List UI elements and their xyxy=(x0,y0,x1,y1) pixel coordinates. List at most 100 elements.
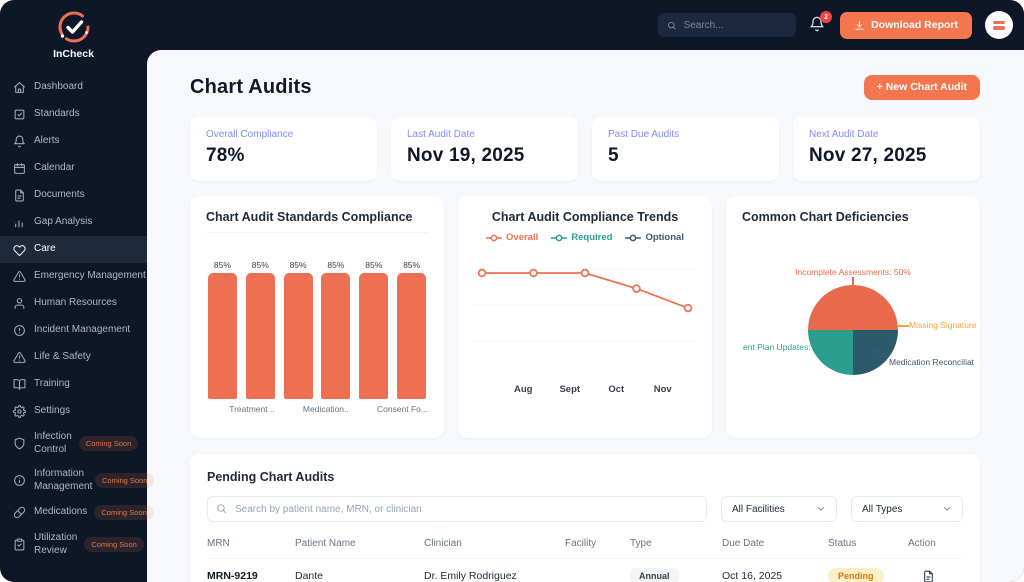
legend-marker-icon xyxy=(486,234,502,242)
download-icon xyxy=(854,20,865,31)
brand-name: InCheck xyxy=(53,48,94,60)
charts-row: Chart Audit Standards Compliance 85% 85% 8… xyxy=(190,196,980,438)
sidebar-item-standards[interactable]: Standards xyxy=(0,101,147,128)
pill-icon xyxy=(13,506,27,520)
bell-icon xyxy=(13,135,27,149)
stat-card-next-audit-date: Next Audit DateNov 27, 2025 xyxy=(793,117,980,181)
stats-row: Overall Compliance78%Last Audit DateNov … xyxy=(190,117,980,181)
notifications-button[interactable]: 2 xyxy=(809,16,827,34)
book-icon xyxy=(13,378,27,392)
sidebar-item-human-resources[interactable]: Human Resources xyxy=(0,290,147,317)
facility-filter-dropdown[interactable]: All Facilities xyxy=(721,496,837,522)
sidebar-item-label: Information Management xyxy=(34,468,88,493)
chart-deficiencies-panel: Common Chart Deficiencies Incomplete Ass… xyxy=(726,196,980,438)
table-row: MRN-9219 Dante Dr. Emily Rodriguez Annua… xyxy=(207,559,963,582)
legend-item-optional[interactable]: Optional xyxy=(625,232,684,243)
search-input[interactable] xyxy=(684,20,788,31)
pie-chart-title: Common Chart Deficiencies xyxy=(742,210,964,224)
legend-item-required[interactable]: Required xyxy=(551,232,612,243)
status-badge: Pending xyxy=(828,568,884,582)
bar-chart-icon xyxy=(13,216,27,230)
bar-x-label xyxy=(206,404,224,414)
bar-value-label: 85% xyxy=(290,260,307,270)
legend-marker-icon xyxy=(551,234,567,242)
alert-circle-icon xyxy=(13,324,27,338)
view-document-icon[interactable] xyxy=(922,570,935,582)
bar-chart-title: Chart Audit Standards Compliance xyxy=(206,210,428,224)
sidebar-item-incident-management[interactable]: Incident Management xyxy=(0,317,147,344)
sidebar-item-documents[interactable]: Documents xyxy=(0,182,147,209)
sidebar-item-settings[interactable]: Settings xyxy=(0,398,147,425)
clipboard-check-icon xyxy=(13,538,27,552)
sidebar-item-information-management[interactable]: Information ManagementComing Soon xyxy=(0,462,147,499)
stat-value: Nov 19, 2025 xyxy=(407,145,562,167)
sidebar-item-training[interactable]: Training xyxy=(0,371,147,398)
bar-x-label: Medication.. xyxy=(303,404,349,414)
pie-label-medication-reconciliation: Medication Reconciliat xyxy=(889,357,974,367)
sidebar-item-label: Incident Management xyxy=(34,324,130,337)
sidebar: InCheck Dashboard StandardsAlertsCalendar… xyxy=(0,0,147,582)
warning-triangle-icon xyxy=(13,351,27,365)
sidebar-item-emergency-management[interactable]: Emergency Management xyxy=(0,263,147,290)
sidebar-item-alerts[interactable]: Alerts xyxy=(0,128,147,155)
info-circle-icon xyxy=(13,474,27,488)
sidebar-item-calendar[interactable]: Calendar xyxy=(0,155,147,182)
type-badge: Annual xyxy=(630,568,679,582)
sidebar-item-medications[interactable]: MedicationsComing Soon xyxy=(0,499,147,526)
bar-value-label: 85% xyxy=(252,260,269,270)
bar-x-label xyxy=(280,404,298,414)
cell-clinician: Dr. Emily Rodriguez xyxy=(424,570,565,582)
page-title: Chart Audits xyxy=(190,76,312,99)
notification-count-badge: 2 xyxy=(820,11,832,23)
sidebar-item-label: Infection Control xyxy=(34,431,72,456)
bar-column: 85% xyxy=(282,241,315,399)
sidebar-item-infection-control[interactable]: Infection ControlComing Soon xyxy=(0,425,147,462)
download-report-button[interactable]: Download Report xyxy=(840,12,972,39)
pending-search-input[interactable] xyxy=(207,496,707,522)
sidebar-item-label: Life & Safety xyxy=(34,351,91,364)
legend-marker-icon xyxy=(625,234,641,242)
pending-search[interactable] xyxy=(207,496,707,522)
search-icon xyxy=(216,503,227,514)
pie-label-incomplete-assessments: Incomplete Assessments: 50% xyxy=(726,267,980,277)
legend-item-overall[interactable]: Overall xyxy=(486,232,538,243)
sidebar-item-label: Dashboard xyxy=(34,81,83,94)
bar-value-label: 85% xyxy=(365,260,382,270)
stat-label: Past Due Audits xyxy=(608,129,763,140)
sidebar-item-care[interactable]: Care xyxy=(0,236,147,263)
sidebar-item-dashboard[interactable]: Dashboard xyxy=(0,74,147,101)
type-filter-dropdown[interactable]: All Types xyxy=(851,496,963,522)
bar-value-label: 85% xyxy=(327,260,344,270)
sidebar-item-gap-analysis[interactable]: Gap Analysis xyxy=(0,209,147,236)
stat-value: Nov 27, 2025 xyxy=(809,145,964,167)
cell-due-date: Oct 16, 2025 xyxy=(722,570,828,582)
sidebar-item-label: Human Resources xyxy=(34,297,117,310)
pie-leader-line xyxy=(897,325,909,327)
bar xyxy=(359,273,388,399)
bar-chart: 85%85%85%85%85%85% Treatment ..Medicatio… xyxy=(206,232,428,414)
stat-label: Overall Compliance xyxy=(206,129,361,140)
cell-status: Pending xyxy=(828,568,908,582)
sidebar-item-utilization-review[interactable]: Utilization ReviewComing Soon xyxy=(0,526,147,563)
chevron-down-icon xyxy=(816,504,826,514)
bar-column: 85% xyxy=(357,241,390,399)
search-icon xyxy=(667,20,676,31)
sidebar-item-label: Care xyxy=(34,243,56,256)
topbar: 2 Download Report xyxy=(147,0,1024,50)
bar-column: 85% xyxy=(395,241,428,399)
line-chart xyxy=(474,255,696,350)
incheck-logo-icon xyxy=(56,9,92,45)
bar xyxy=(397,273,426,399)
pending-chart-audits-card: Pending Chart Audits All Facilities All … xyxy=(190,454,980,582)
bar xyxy=(321,273,350,399)
sidebar-item-label: Emergency Management xyxy=(34,270,146,283)
gear-icon xyxy=(13,405,27,419)
app-window: InCheck Dashboard StandardsAlertsCalendar… xyxy=(0,0,1024,582)
sidebar-item-life-safety[interactable]: Life & Safety xyxy=(0,344,147,371)
bar-column: 85% xyxy=(206,241,239,399)
main-content: Chart Audits + New Chart Audit Overall C… xyxy=(147,50,1024,582)
user-avatar[interactable] xyxy=(985,11,1013,39)
global-search[interactable] xyxy=(658,13,796,37)
new-chart-audit-button[interactable]: + New Chart Audit xyxy=(864,75,980,100)
bar xyxy=(284,273,313,399)
